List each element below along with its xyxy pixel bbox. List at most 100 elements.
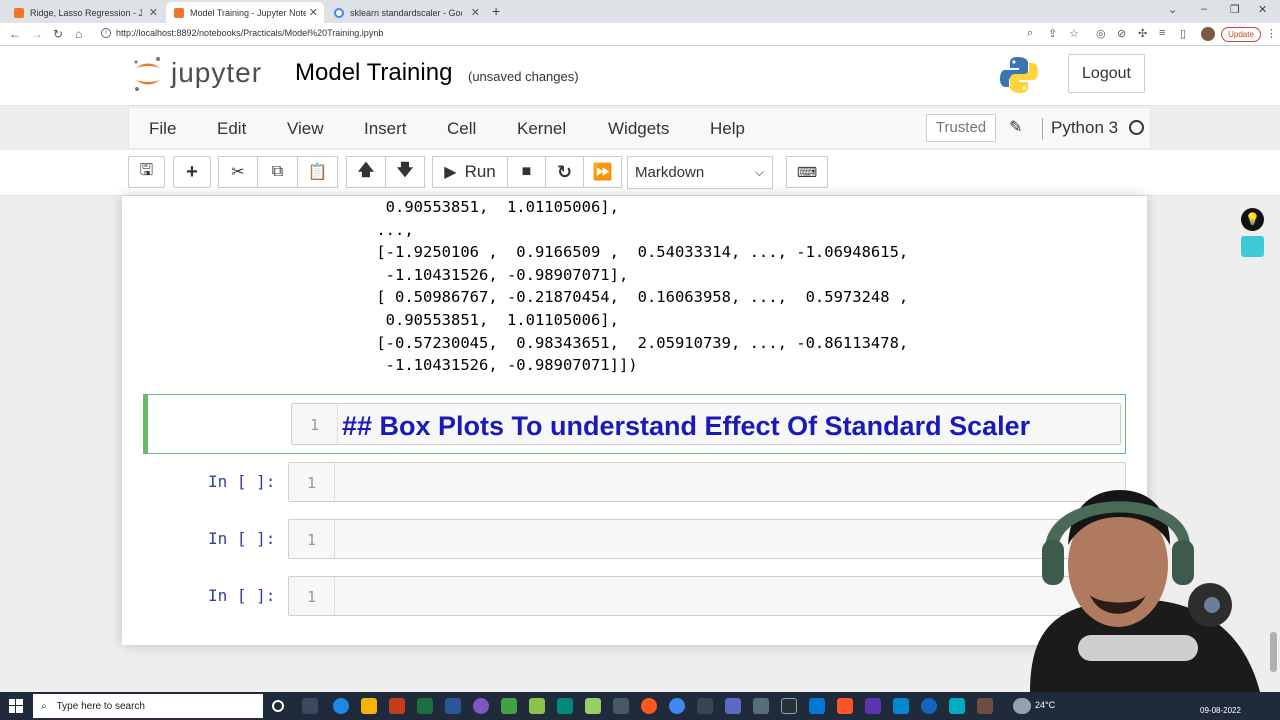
restart-kernel-button[interactable]: ↻ (545, 156, 584, 188)
menu-cell[interactable]: Cell (447, 119, 476, 139)
reload-icon[interactable]: ↻ (53, 27, 63, 41)
extension-chat-icon[interactable] (1241, 236, 1264, 257)
site-info-icon[interactable]: i (101, 28, 111, 38)
app-icon[interactable] (865, 698, 881, 714)
move-down-button[interactable]: 🡇 (385, 156, 425, 188)
page-scrollbar[interactable] (1270, 632, 1277, 672)
save-button[interactable]: 🖫 (128, 156, 165, 188)
app-icon[interactable] (753, 698, 769, 714)
markdown-editor[interactable]: 1 ## Box Plots To understand Effect Of S… (291, 403, 1121, 445)
update-button[interactable]: Update (1221, 27, 1261, 42)
notebook-title[interactable]: Model Training (295, 59, 452, 87)
menu-view[interactable]: View (287, 119, 324, 139)
extension-bulb-icon[interactable]: 💡 (1241, 208, 1264, 231)
menu-file[interactable]: File (149, 119, 176, 139)
windows-taskbar: ⌕ Type here to search 24°C 09-08-2022 (0, 692, 1280, 720)
app-icon[interactable] (977, 698, 993, 714)
menu-help[interactable]: Help (710, 119, 745, 139)
move-up-button[interactable]: 🡅 (346, 156, 386, 188)
vscode-icon[interactable] (809, 698, 825, 714)
excel-icon[interactable] (417, 698, 433, 714)
markdown-cell-selected[interactable]: 1 ## Box Plots To understand Effect Of S… (143, 394, 1126, 454)
app-icon[interactable] (949, 698, 965, 714)
powerpoint-icon[interactable] (389, 698, 405, 714)
app-icon[interactable] (641, 698, 657, 714)
jupyter-logo-text[interactable]: jupyter (171, 57, 262, 89)
taskbar-date[interactable]: 09-08-2022 (1200, 706, 1241, 715)
cut-button[interactable]: ✂ (218, 156, 258, 188)
app-icon[interactable] (921, 698, 937, 714)
cortana-icon[interactable] (272, 700, 284, 712)
extension-icon[interactable]: ◎ (1096, 27, 1106, 40)
cell-type-select[interactable]: Markdown ⌵ (627, 156, 773, 189)
minimize-icon[interactable]: – (1201, 3, 1207, 15)
back-icon[interactable]: ← (9, 27, 21, 41)
restore-icon[interactable]: ❐ (1230, 3, 1240, 16)
command-palette-button[interactable]: ⌨ (786, 156, 828, 188)
app-icon[interactable] (557, 698, 573, 714)
trusted-button[interactable]: Trusted (926, 114, 996, 142)
zoom-icon[interactable]: ⌕ (1027, 27, 1033, 40)
app-icon[interactable] (697, 698, 713, 714)
output-line: [ 0.50986767, -0.21870454, 0.16063958, .… (367, 288, 909, 307)
restart-run-all-button[interactable]: ⏩ (583, 156, 622, 188)
run-button[interactable]: ▶ Run (432, 156, 508, 188)
menu-kernel[interactable]: Kernel (517, 119, 566, 139)
plus-icon: + (186, 160, 198, 183)
windows-start-icon[interactable] (9, 699, 23, 713)
app-icon[interactable] (501, 698, 517, 714)
line-number: 1 (306, 531, 317, 549)
copy-button[interactable]: ⧉ (257, 156, 298, 188)
close-window-icon[interactable]: ✕ (1258, 3, 1267, 16)
word-icon[interactable] (445, 698, 461, 714)
paste-button[interactable]: 📋 (297, 156, 338, 188)
browser-tab-bar: Ridge, Lasso Regression - Jupyter ✕ Mode… (0, 0, 1280, 23)
code-cell[interactable]: In [ ]: 1 (143, 576, 1126, 618)
file-explorer-icon[interactable] (361, 698, 377, 714)
tab-search-icon[interactable]: ⌄ (1168, 3, 1177, 16)
menu-insert[interactable]: Insert (364, 119, 407, 139)
url-field[interactable]: http://localhost:8892/notebooks/Practica… (116, 28, 383, 38)
browser-tab-ridge-lasso[interactable]: Ridge, Lasso Regression - Jupyter ✕ (6, 2, 164, 23)
app-icon[interactable] (585, 698, 601, 714)
interrupt-button[interactable]: ■ (507, 156, 546, 188)
brave-icon[interactable] (837, 698, 853, 714)
browser-menu-icon[interactable]: ⋮ (1266, 27, 1277, 40)
extension-icon[interactable]: ⊘ (1117, 27, 1126, 40)
close-tab-icon[interactable]: ✕ (149, 6, 158, 19)
browser-tab-model-training[interactable]: Model Training - Jupyter Notebook ✕ (166, 2, 324, 23)
side-panel-icon[interactable]: ▯ (1180, 27, 1186, 40)
close-tab-icon[interactable]: ✕ (309, 6, 318, 19)
taskbar-search-box[interactable]: ⌕ Type here to search (33, 694, 263, 718)
task-view-icon[interactable] (302, 698, 318, 714)
home-icon[interactable]: ⌂ (75, 27, 82, 41)
insert-cell-button[interactable]: + (173, 156, 211, 188)
code-cell[interactable]: In [ ]: 1 (143, 462, 1126, 504)
logout-button[interactable]: Logout (1068, 54, 1145, 93)
bookmark-star-icon[interactable]: ☆ (1069, 27, 1079, 40)
puzzle-extensions-icon[interactable]: ✣ (1138, 27, 1147, 40)
share-icon[interactable]: ⇪ (1048, 27, 1057, 40)
menu-edit[interactable]: Edit (217, 119, 246, 139)
new-tab-icon[interactable]: + (492, 3, 500, 19)
menu-widgets[interactable]: Widgets (608, 119, 669, 139)
browser-tab-google-search[interactable]: sklearn standardscaler - Google S ✕ (326, 2, 486, 23)
media-controls-icon[interactable]: ≡ (1159, 27, 1165, 39)
teams-icon[interactable] (725, 698, 741, 714)
kernel-name[interactable]: Python 3 (1042, 118, 1118, 140)
app-icon[interactable] (613, 698, 629, 714)
markdown-source-text[interactable]: ## Box Plots To understand Effect Of Sta… (342, 411, 1030, 442)
terminal-icon[interactable] (781, 698, 797, 714)
app-icon[interactable] (473, 698, 489, 714)
code-cell[interactable]: In [ ]: 1 (143, 519, 1126, 561)
app-icon[interactable] (529, 698, 545, 714)
forward-icon[interactable]: → (31, 27, 43, 41)
jupyter-logo-icon[interactable] (133, 56, 163, 92)
weather-icon[interactable] (1013, 698, 1031, 714)
edge-icon[interactable] (333, 698, 349, 714)
app-icon[interactable] (893, 698, 909, 714)
cell-output: 0.90553851, 1.01105006], ..., [-1.925010… (367, 196, 908, 377)
profile-avatar[interactable] (1201, 27, 1215, 41)
close-tab-icon[interactable]: ✕ (471, 6, 480, 19)
chrome-icon[interactable] (669, 698, 685, 714)
